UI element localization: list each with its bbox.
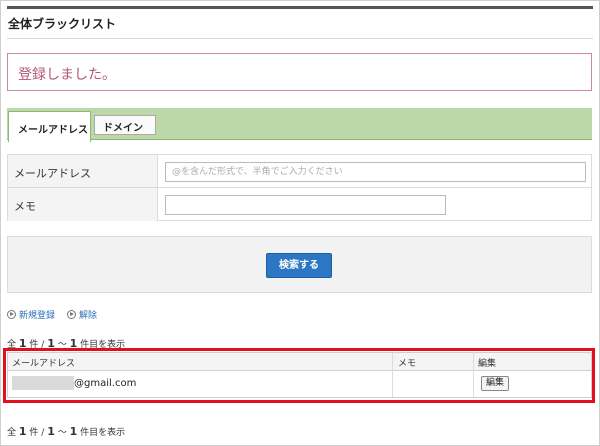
email-label-cell: メールアドレス <box>8 155 158 187</box>
email-label: メールアドレス <box>14 167 91 180</box>
search-button[interactable]: 検索する <box>266 253 332 278</box>
memo-label-cell: メモ <box>8 188 158 221</box>
highlight-box <box>3 348 595 403</box>
tab-email[interactable]: メールアドレス <box>8 111 91 142</box>
release-label: 解除 <box>79 311 98 321</box>
memo-label: メモ <box>14 200 36 213</box>
tab-email-label: メールアドレス <box>18 125 88 136</box>
search-form: メールアドレス メモ <box>7 154 592 221</box>
top-rule <box>7 6 593 9</box>
memo-field[interactable] <box>165 195 446 215</box>
play-circle-icon <box>7 310 16 319</box>
release-link[interactable]: 解除 <box>67 308 97 321</box>
new-registration-link[interactable]: 新規登録 <box>7 308 55 321</box>
new-registration-label: 新規登録 <box>19 311 56 321</box>
form-row-email: メールアドレス <box>8 155 591 188</box>
result-count-bottom: 全 1 件 / 1 ～ 1 件目を表示 <box>7 425 126 438</box>
search-area: 検索する <box>7 236 592 293</box>
alert-message: 登録しました。 <box>18 67 116 83</box>
title-divider <box>7 38 593 39</box>
tab-domain[interactable]: ドメイン <box>94 115 156 135</box>
success-alert: 登録しました。 <box>7 53 592 91</box>
page-title: 全体ブラックリスト <box>8 17 117 31</box>
form-row-memo: メモ <box>8 188 591 221</box>
tab-domain-label: ドメイン <box>103 123 143 134</box>
play-circle-icon <box>67 310 76 319</box>
email-field[interactable] <box>165 162 586 182</box>
tab-bar: メールアドレス ドメイン <box>7 108 592 142</box>
